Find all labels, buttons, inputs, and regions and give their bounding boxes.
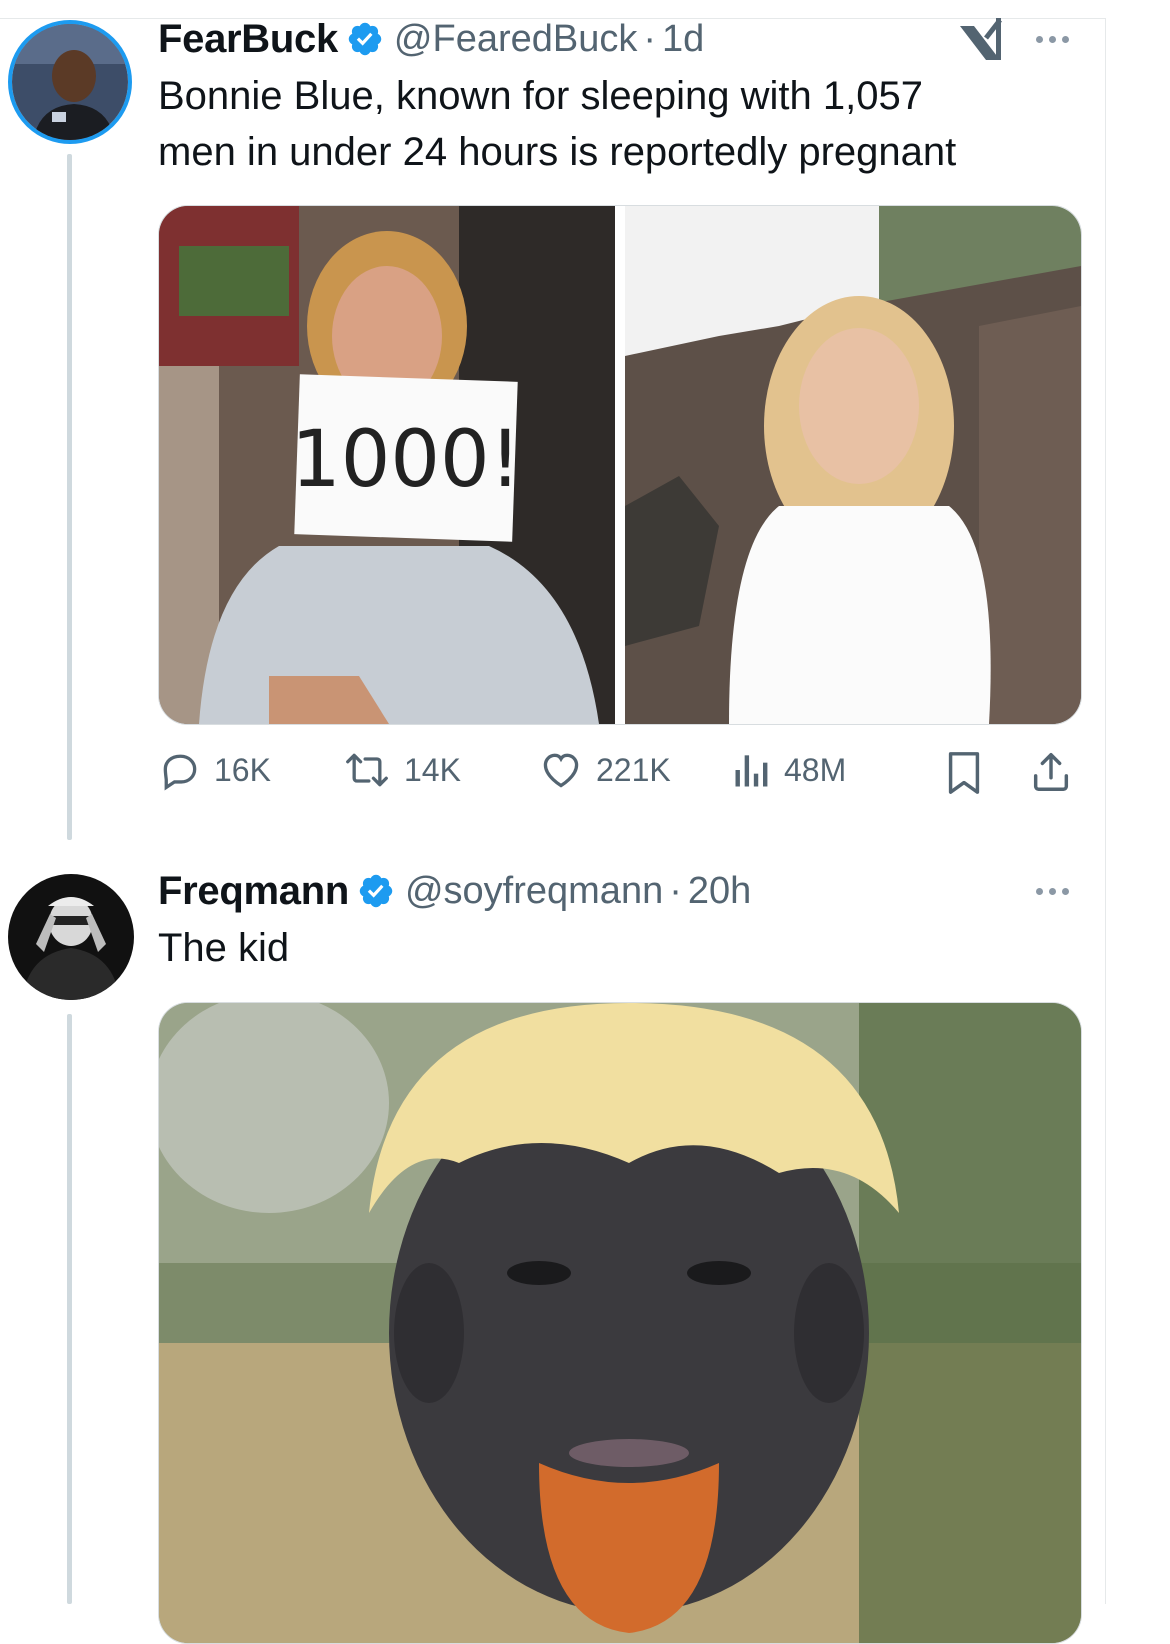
tweet-text: The kid: [158, 926, 290, 970]
author-handle[interactable]: @FearedBuck: [394, 18, 637, 61]
timeline-right-border: [1105, 18, 1106, 1604]
author-name[interactable]: Freqmann: [158, 869, 349, 914]
verified-badge-icon: [359, 874, 393, 908]
author-handle[interactable]: @soyfreqmann: [405, 870, 663, 913]
avatar-photo: [12, 24, 128, 140]
views-icon: [735, 755, 768, 787]
separator-dot: ·: [643, 17, 657, 60]
thread-line: [67, 1014, 72, 1604]
more-icon[interactable]: [1036, 888, 1069, 895]
repost-button[interactable]: 14K: [342, 748, 461, 792]
like-icon: [543, 753, 579, 788]
avatar[interactable]: [8, 20, 132, 144]
tweet-text-line: men in under 24 hours is reportedly preg…: [158, 130, 957, 174]
author-name[interactable]: FearBuck: [158, 17, 338, 62]
action-bar: 16K 14K 221K 48M: [158, 748, 1078, 798]
tweet-header: Freqmann @soyfreqmann · 20h: [158, 866, 751, 916]
tweet-text-line: Bonnie Blue, known for sleeping with 1,0…: [158, 74, 923, 118]
like-count: 221K: [596, 751, 671, 788]
share-icon[interactable]: [1028, 748, 1074, 796]
xai-icon[interactable]: [956, 16, 1006, 64]
media-grid[interactable]: 1000!: [158, 205, 1082, 725]
verified-badge-icon: [348, 22, 382, 56]
media-photos: [159, 1003, 1081, 1643]
more-icon[interactable]: [1036, 36, 1069, 43]
bookmark-icon[interactable]: [944, 750, 984, 796]
repost-count: 14K: [404, 751, 461, 788]
avatar[interactable]: [8, 874, 134, 1000]
separator-dot: ·: [669, 869, 682, 912]
reply-count: 16K: [214, 751, 271, 788]
like-button[interactable]: 221K: [538, 748, 671, 792]
avatar-photo: [8, 874, 134, 1000]
reply-button[interactable]: 16K: [158, 748, 271, 792]
reply-icon: [163, 754, 197, 791]
sign-text: 1000!: [291, 415, 521, 505]
timestamp[interactable]: 1d: [662, 18, 704, 61]
tweet-text: Bonnie Blue, known for sleeping with 1,0…: [158, 68, 956, 180]
media-photos: 1000!: [159, 206, 1081, 724]
thread-line: [67, 154, 72, 840]
view-count: 48M: [784, 751, 847, 788]
tweet-header: FearBuck @FearedBuck · 1d: [158, 14, 704, 64]
media-photo[interactable]: [158, 1002, 1082, 1644]
repost-icon: [346, 753, 388, 787]
views-button[interactable]: 48M: [732, 748, 846, 792]
timestamp[interactable]: 20h: [688, 870, 751, 913]
